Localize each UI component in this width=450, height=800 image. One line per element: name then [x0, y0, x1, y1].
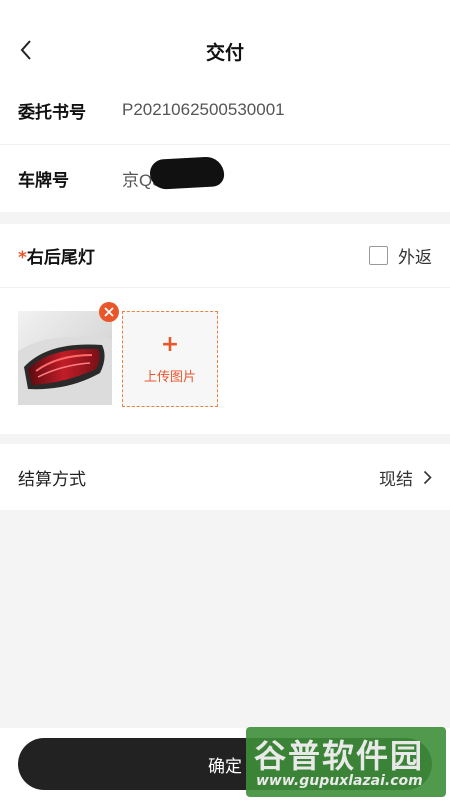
- required-mark: *: [18, 248, 27, 268]
- plus-icon: +: [160, 331, 180, 357]
- return-toggle[interactable]: 外返: [369, 243, 432, 268]
- plate-number-field: 京Q5: [122, 156, 225, 191]
- entrust-number-value: P2021062500530001: [122, 100, 285, 119]
- photo-thumbnail[interactable]: [18, 302, 119, 405]
- part-name: 右后尾灯: [26, 248, 95, 268]
- photo-row: + 上传图片: [18, 302, 218, 407]
- entrust-number-label: 委托书号: [18, 102, 86, 123]
- part-title: *右后尾灯: [18, 243, 369, 268]
- plate-number-label: 车牌号: [18, 171, 69, 191]
- return-checkbox[interactable]: [369, 246, 388, 265]
- redaction-mask: [149, 156, 225, 190]
- navbar: 交付: [0, 0, 450, 76]
- plate-number-row: 车牌号 京Q5: [0, 144, 450, 212]
- upload-label: 上传图片: [143, 369, 196, 385]
- part-header: *右后尾灯 外返: [0, 224, 450, 288]
- settlement-value: 现结: [379, 469, 413, 490]
- chevron-right-icon: [423, 470, 432, 484]
- taillight-photo: [18, 311, 112, 405]
- part-card: *右后尾灯 外返 + 上传图片: [0, 224, 450, 434]
- remove-photo-button[interactable]: [99, 302, 119, 322]
- upload-photo-button[interactable]: + 上传图片: [122, 311, 218, 407]
- settlement-method-row[interactable]: 结算方式 现结: [0, 444, 450, 510]
- return-label: 外返: [398, 248, 432, 268]
- watermark-logo: 谷普软件园 www.gupuxlazai.com: [246, 727, 446, 797]
- watermark-url: www.gupuxlazai.com: [256, 773, 423, 789]
- page-title: 交付: [205, 42, 244, 64]
- watermark-title: 谷普软件园: [254, 737, 425, 775]
- order-info-card: 委托书号 P2021062500530001 车牌号 京Q5: [0, 76, 450, 212]
- entrust-number-row: 委托书号 P2021062500530001: [0, 76, 450, 144]
- close-icon: [104, 307, 114, 317]
- settlement-label: 结算方式: [18, 469, 86, 490]
